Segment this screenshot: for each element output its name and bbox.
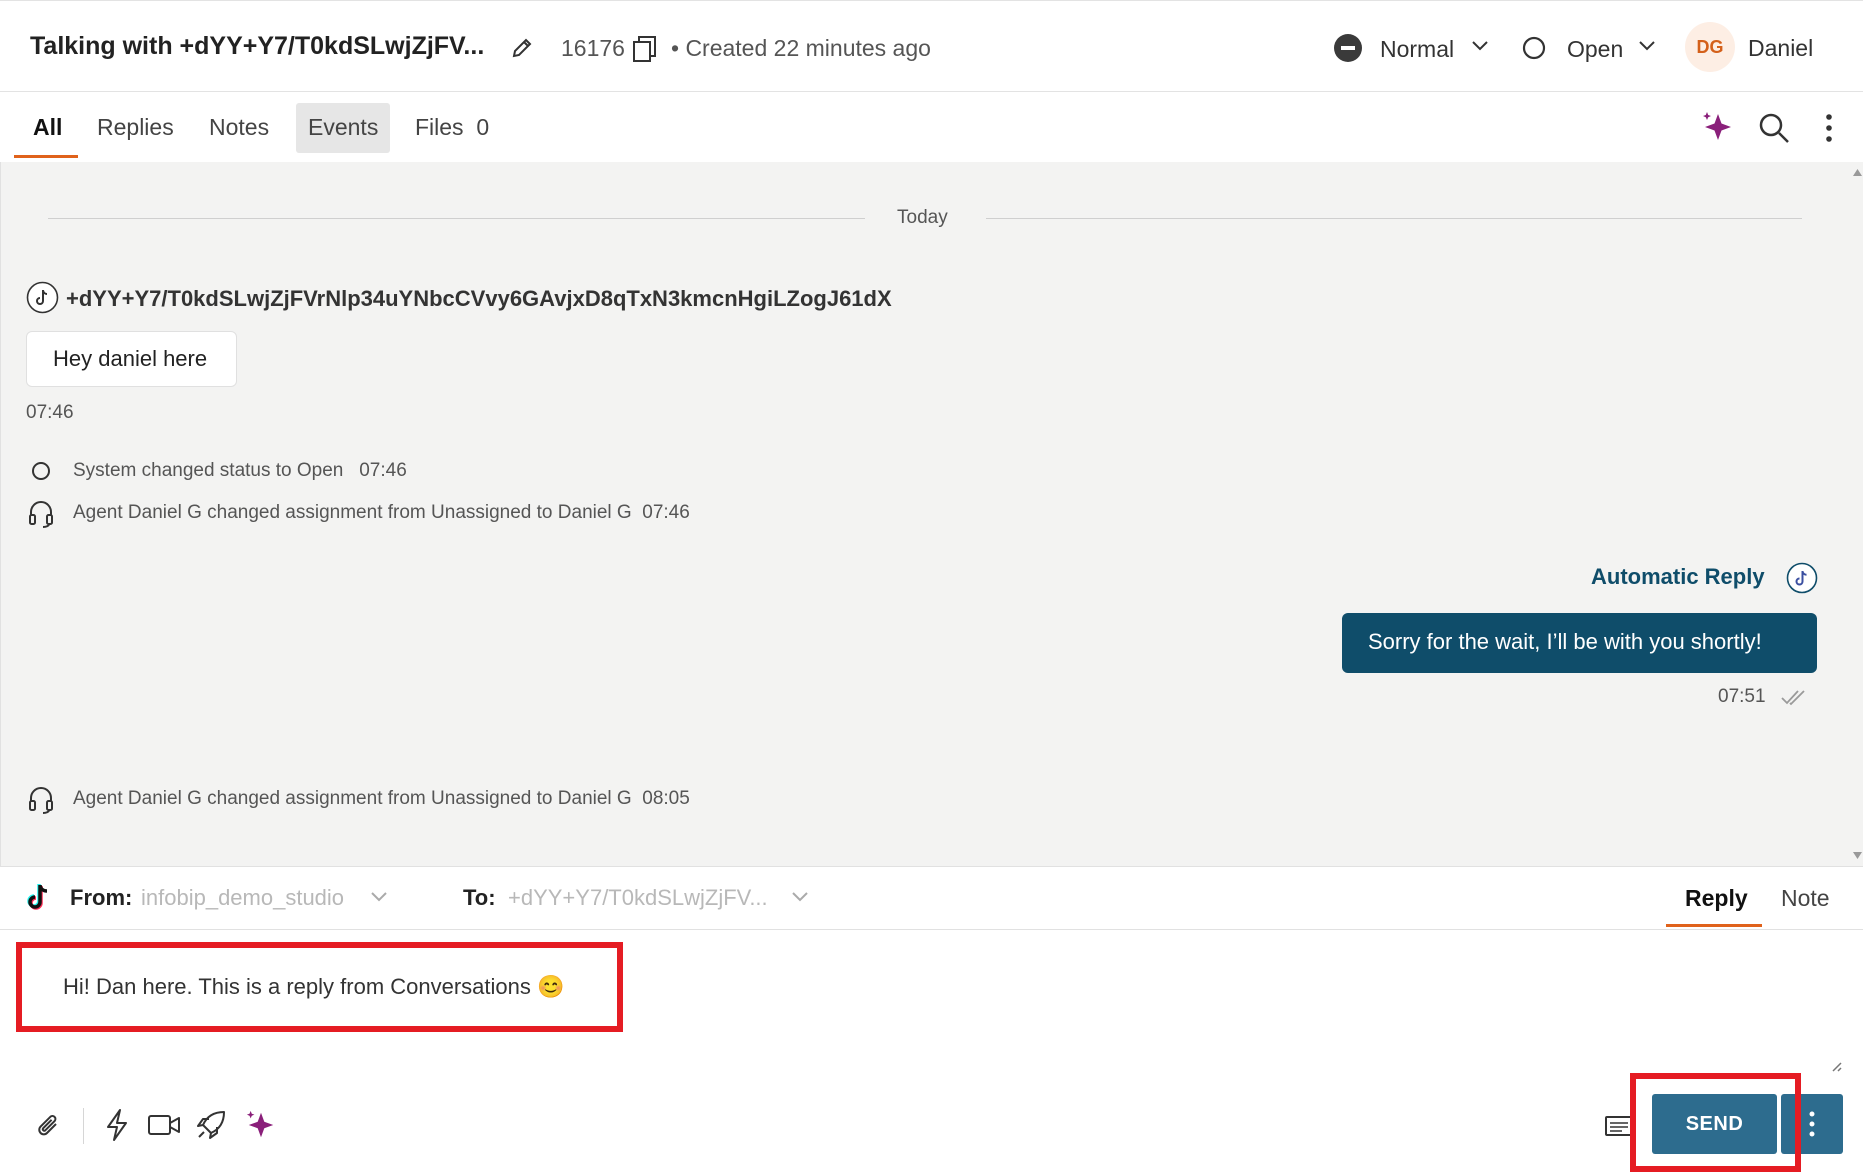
tab-all[interactable]: All [33, 114, 62, 141]
highlight-box [16, 942, 623, 1032]
chevron-down-icon[interactable] [370, 891, 388, 903]
outgoing-message-time: 07:51 [1718, 686, 1766, 707]
resize-handle-icon[interactable] [1830, 1060, 1842, 1072]
event-text: Agent Daniel G changed assignment from U… [73, 502, 632, 523]
tab-events[interactable]: Events [308, 114, 378, 141]
active-mode-indicator [1666, 924, 1762, 927]
from-label: From: [70, 885, 133, 910]
video-call-icon[interactable] [147, 1113, 181, 1137]
priority-label: Normal [1380, 36, 1455, 62]
rocket-icon[interactable] [195, 1109, 227, 1141]
status-label: Open [1567, 36, 1624, 62]
more-vertical-icon[interactable] [1824, 112, 1834, 144]
priority-normal-icon [1333, 33, 1363, 63]
automatic-reply-label: Automatic Reply [1591, 564, 1765, 589]
tiktok-channel-icon [1786, 562, 1818, 594]
event-text: System changed status to Open [73, 460, 344, 481]
ai-sparkle-icon[interactable] [1701, 110, 1735, 144]
mode-note-tab[interactable]: Note [1781, 885, 1830, 912]
to-recipient-dropdown[interactable]: +dYY+Y7/T0kdSLwjZjFV... [508, 885, 768, 911]
ticket-id: 16176 [561, 35, 625, 61]
double-check-icon [1780, 688, 1810, 706]
status-dropdown[interactable]: Open [1521, 30, 1671, 66]
chevron-down-icon [1470, 39, 1490, 53]
to-label: To: [463, 885, 496, 910]
tab-files[interactable]: Files 0 [415, 114, 489, 141]
files-count: 0 [476, 114, 490, 140]
event-assignment-change: Agent Daniel G changed assignment from U… [73, 788, 690, 810]
chevron-down-icon [1637, 39, 1657, 53]
avatar[interactable]: DG [1685, 22, 1735, 72]
incoming-message-time: 07:46 [26, 402, 74, 423]
event-status-change: System changed status to Open 07:46 [73, 460, 407, 482]
conversation-title: Talking with +dYY+Y7/T0kdSLwjZjFV... [30, 32, 485, 60]
event-time: 07:46 [642, 502, 690, 523]
search-icon[interactable] [1758, 112, 1790, 144]
tiktok-logo-icon [26, 882, 52, 912]
agent-name[interactable]: Daniel [1748, 35, 1813, 62]
tab-notes[interactable]: Notes [209, 114, 269, 141]
event-time: 07:46 [359, 460, 407, 481]
divider-line [986, 218, 1802, 219]
outgoing-message-bubble: Sorry for the wait, I’ll be with you sho… [1342, 613, 1817, 673]
attachment-icon[interactable] [36, 1112, 62, 1140]
event-assignment-change: Agent Daniel G changed assignment from U… [73, 502, 690, 524]
tab-replies[interactable]: Replies [97, 114, 174, 141]
tiktok-channel-icon [26, 281, 59, 314]
copy-icon[interactable] [632, 35, 658, 63]
headset-icon [28, 500, 54, 528]
ai-sparkle-icon[interactable] [245, 1109, 277, 1141]
event-text: Agent Daniel G changed assignment from U… [73, 788, 632, 809]
tab-files-label: Files [415, 114, 464, 140]
chevron-down-icon[interactable] [791, 891, 809, 903]
active-tab-indicator [14, 155, 78, 158]
edit-pencil-icon[interactable] [510, 36, 534, 60]
status-open-icon [30, 460, 52, 482]
divider-line [48, 218, 865, 219]
highlight-box [1630, 1073, 1801, 1172]
created-time: • Created 22 minutes ago [671, 35, 931, 61]
incoming-message-bubble: Hey daniel here [26, 331, 237, 387]
event-time: 08:05 [642, 788, 690, 809]
status-open-icon [1521, 35, 1547, 61]
mode-reply-tab[interactable]: Reply [1685, 885, 1748, 912]
date-divider: Today [897, 207, 948, 228]
more-vertical-icon [1808, 1110, 1816, 1138]
tab-bar [0, 92, 1863, 162]
toolbar-divider [83, 1108, 84, 1144]
scrollbar[interactable] [1852, 162, 1863, 866]
contact-handle: +dYY+Y7/T0kdSLwjZjFVrNlp34uYNbcCVvy6GAvj… [66, 286, 892, 311]
headset-icon [28, 786, 54, 814]
quick-reply-lightning-icon[interactable] [104, 1108, 130, 1142]
from-sender-dropdown[interactable]: infobip_demo_studio [141, 885, 344, 911]
